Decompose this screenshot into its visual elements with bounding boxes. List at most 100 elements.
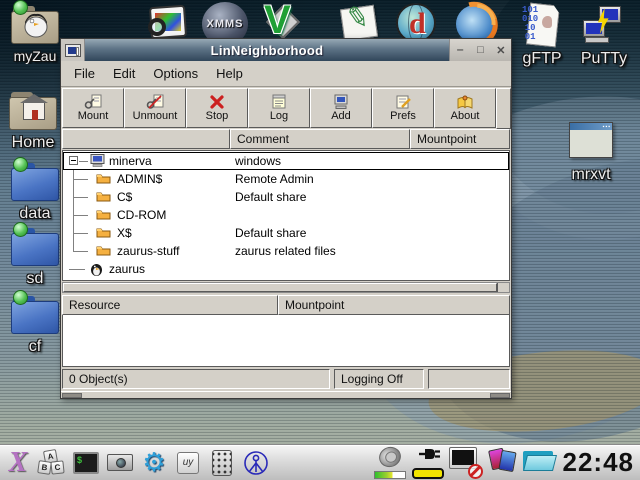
gftp-binary-text: 101 010 10 01 — [522, 6, 538, 42]
toolbar-label: About — [451, 111, 480, 122]
log-button[interactable]: Log — [248, 88, 310, 128]
blue-folder-icon — [11, 228, 59, 268]
tree-row-host[interactable]: zaurus — [63, 260, 509, 278]
folder-icon — [96, 208, 111, 220]
prohibited-icon — [468, 464, 483, 479]
tray-volume[interactable] — [373, 447, 407, 479]
tray-display-off[interactable] — [449, 447, 483, 479]
volume-level-bar[interactable] — [374, 471, 406, 479]
taskbar-x11-button[interactable]: X — [2, 448, 34, 478]
gvim-icon-letter: V — [264, 0, 291, 43]
desktop-icon-myzaurus[interactable]: myZau — [6, 6, 64, 64]
status-logging: Logging Off — [334, 369, 424, 389]
tree-row-share[interactable]: X$ Default share — [63, 224, 509, 242]
desktop-icon-home[interactable]: Home — [4, 92, 62, 152]
column-header-mountpoint[interactable]: Mountpoint — [278, 295, 510, 315]
mrxvt-terminal-icon: ▪▪▪ — [569, 122, 613, 158]
taskbar-terminal-button[interactable]: $ — [70, 448, 102, 478]
desktop-icon-cf[interactable]: cf — [8, 296, 62, 356]
tree-row-host[interactable]: minerva windows — [63, 152, 509, 170]
mount-icon — [84, 94, 102, 110]
about-button[interactable]: About — [434, 88, 496, 128]
desktop-icon-label: myZau — [6, 48, 64, 64]
tree-row-share[interactable]: zaurus-stuff zaurus related files — [63, 242, 509, 260]
dillo-icon-letter: d — [409, 7, 426, 41]
taskbar-keypad-button[interactable] — [206, 448, 238, 478]
add-computer-icon — [332, 94, 350, 110]
folder-icon — [96, 190, 111, 202]
battery-level-bar[interactable] — [412, 468, 444, 479]
titlebar[interactable]: LinNeighborhood ‒ □ ✕ — [61, 39, 511, 61]
taskbar-settings-button[interactable]: ⚙ — [138, 448, 170, 478]
terminal-icon: $ — [73, 452, 99, 474]
tray-file-manager[interactable] — [523, 447, 557, 479]
add-button[interactable]: Add — [310, 88, 372, 128]
mount-button[interactable]: Mount — [62, 88, 124, 128]
column-header-comment[interactable]: Comment — [230, 129, 410, 149]
status-objects: 0 Object(s) — [62, 369, 330, 389]
desktop-icon-data[interactable]: data — [8, 163, 62, 223]
tree-row-name: zaurus — [109, 262, 145, 276]
maximize-button[interactable]: □ — [473, 44, 487, 56]
tree-row-name: minerva — [109, 154, 152, 168]
close-button[interactable]: ✕ — [494, 44, 508, 57]
window-resize-bar[interactable] — [61, 391, 511, 398]
penguin-icon — [90, 262, 103, 276]
tree-row-name: zaurus-stuff — [117, 244, 179, 258]
tree-row-name: CD-ROM — [117, 208, 166, 222]
scrollbar-thumb[interactable] — [63, 283, 497, 292]
putty-icon — [581, 4, 627, 48]
desktop-icon-mrxvt[interactable]: ▪▪▪ mrxvt — [562, 122, 620, 184]
desktop-icon-sd[interactable]: sd — [8, 228, 62, 288]
power-plug-icon — [415, 445, 441, 463]
tree-row-share[interactable]: ADMIN$ Remote Admin — [63, 170, 509, 188]
window-icon[interactable] — [61, 39, 85, 61]
column-header-resource[interactable]: Resource — [62, 295, 278, 315]
unmount-button[interactable]: Unmount — [124, 88, 186, 128]
horizontal-scrollbar[interactable] — [62, 282, 510, 293]
desktop-icon-label: data — [8, 205, 62, 223]
prefs-button[interactable]: Prefs — [372, 88, 434, 128]
column-header-mountpoint[interactable]: Mountpoint — [410, 129, 510, 149]
minimize-button[interactable]: ‒ — [453, 44, 467, 56]
tree-row-share[interactable]: CD-ROM — [63, 206, 509, 224]
about-icon — [456, 94, 474, 110]
mounted-resources-panel: Resource Mountpoint — [61, 295, 511, 367]
computer-icon — [90, 154, 105, 167]
desktop-icon-label: cf — [8, 338, 62, 356]
taskbar-keyboard-button[interactable]: uy — [172, 448, 204, 478]
menu-file[interactable]: File — [69, 63, 108, 84]
desktop-icon-gftp[interactable]: 101 010 10 01 gFTP — [516, 4, 568, 68]
menubar: File Edit Options Help — [61, 61, 511, 87]
antenna-icon — [243, 450, 269, 476]
taskbar-wireless-button[interactable] — [240, 448, 272, 478]
memory-card-icon — [498, 449, 516, 471]
scrollbar-end-button[interactable] — [497, 283, 509, 292]
collapse-expander-icon[interactable] — [69, 156, 78, 165]
titlebar-gradient[interactable]: LinNeighborhood — [85, 39, 449, 61]
stop-button[interactable]: Stop — [186, 88, 248, 128]
tree-row-comment: Default share — [235, 190, 306, 204]
xmms-icon-text: XMMS — [207, 18, 244, 30]
desktop-icon-putty[interactable]: PuTTy — [574, 4, 634, 68]
share-tree: minerva windows ADMIN$ Remote Admin — [62, 150, 510, 281]
taskbar-keyboard-blocks-button[interactable]: ABC — [36, 448, 68, 478]
folder-icon — [96, 172, 111, 184]
penguin-icon — [23, 12, 49, 38]
resource-column-headers: Resource Mountpoint — [61, 295, 511, 315]
desktop-icon-label: Home — [4, 134, 62, 152]
menu-options[interactable]: Options — [148, 63, 211, 84]
menu-help[interactable]: Help — [211, 63, 256, 84]
tree-row-share[interactable]: C$ Default share — [63, 188, 509, 206]
tray-power[interactable] — [411, 447, 445, 479]
toolbar: Mount Unmount Stop — [61, 87, 511, 129]
resize-grip-right[interactable] — [490, 393, 510, 398]
mounted-resources-list[interactable] — [62, 315, 510, 367]
window-title: LinNeighborhood — [211, 43, 324, 58]
tray-memory-cards[interactable] — [487, 447, 519, 479]
menu-edit[interactable]: Edit — [108, 63, 148, 84]
resize-grip-left[interactable] — [62, 393, 82, 398]
column-header-name[interactable] — [62, 129, 230, 149]
tree-row-name: ADMIN$ — [117, 172, 162, 186]
taskbar-screenshot-button[interactable] — [104, 448, 136, 478]
